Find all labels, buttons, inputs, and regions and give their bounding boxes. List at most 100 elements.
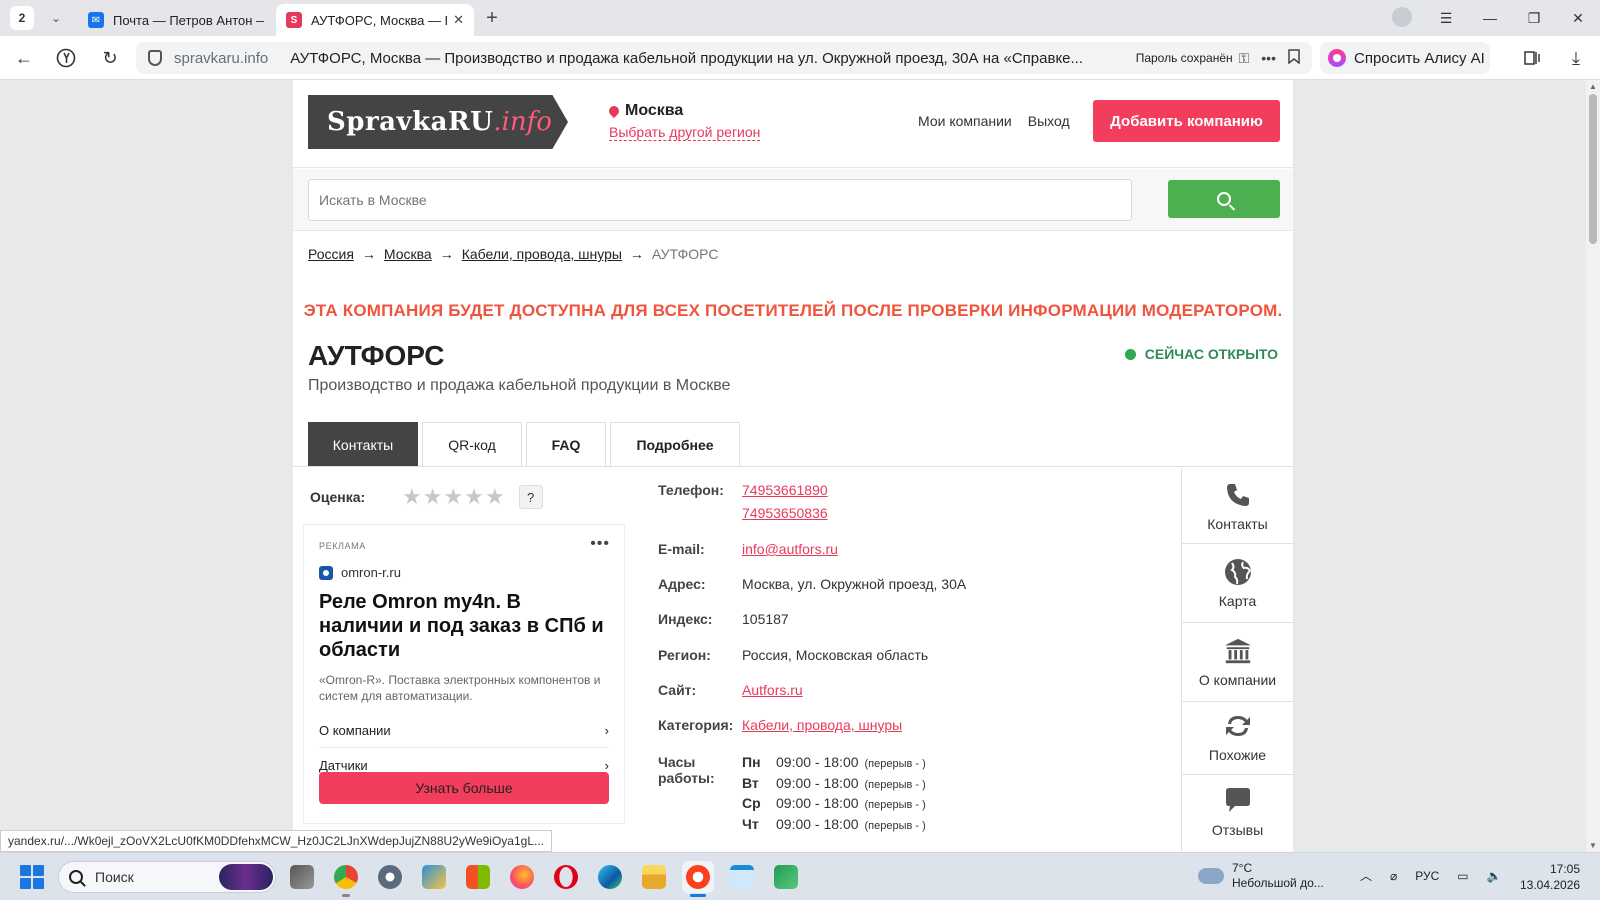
ad-learn-more-button[interactable]: Узнать больше	[319, 772, 609, 804]
star-icon[interactable]: ★	[402, 486, 422, 508]
tab-contacts[interactable]: Контакты	[308, 422, 418, 466]
browser-tab-autfors[interactable]: S АУТФОРС, Москва — Г ✕	[276, 4, 474, 36]
menu-icon[interactable]: ☰	[1424, 10, 1468, 27]
windows-start-icon[interactable]	[20, 865, 44, 889]
new-tab-button[interactable]: +	[480, 6, 504, 30]
notepad-icon[interactable]	[726, 861, 758, 893]
star-icon[interactable]: ★	[485, 486, 505, 508]
hours-row: Чт 09:00 - 18:00 (перерыв - )	[742, 815, 926, 832]
taskbar-search[interactable]: Поиск	[58, 861, 276, 893]
ad-link-about[interactable]: О компании ›	[319, 714, 609, 748]
taskbar-apps	[286, 861, 802, 897]
browser-address-bar: ← ↻ spravkaru.info АУТФОРС, Москва — Про…	[0, 36, 1600, 80]
chevron-up-icon[interactable]: ︿	[1360, 867, 1372, 884]
shield-icon	[148, 50, 162, 66]
language-indicator[interactable]: РУС	[1415, 869, 1439, 883]
advertisement: РЕКЛАМА ••• omron-r.ru Реле Omron my4n. …	[303, 524, 625, 824]
rating-stars: ★ ★ ★ ★ ★	[402, 486, 505, 508]
sidenav-contacts[interactable]: Контакты	[1182, 468, 1293, 544]
ask-alice-button[interactable]: Спросить Алису AI	[1320, 42, 1490, 74]
taskbar-weather[interactable]: 7°C Небольшой до...	[1198, 861, 1324, 891]
add-company-button[interactable]: Добавить компанию	[1093, 100, 1280, 142]
rating-help-button[interactable]: ?	[518, 485, 543, 509]
chrome-icon[interactable]	[330, 861, 362, 897]
tab-count-button[interactable]: 2	[10, 6, 34, 30]
url-field[interactable]: spravkaru.info АУТФОРС, Москва — Произво…	[136, 42, 1312, 74]
email-link[interactable]: info@autfors.ru	[742, 541, 838, 557]
tabs-divider	[293, 466, 1293, 467]
phone-link[interactable]: 74953661890	[742, 482, 828, 498]
bookmark-icon[interactable]	[1288, 49, 1300, 67]
password-saved-label[interactable]: Пароль сохранён	[1136, 51, 1233, 65]
company-description: Производство и продажа кабельной продукц…	[308, 377, 731, 394]
restore-icon[interactable]: ❐	[1512, 10, 1556, 27]
volume-icon[interactable]: 🔈	[1487, 869, 1502, 883]
firefox-icon[interactable]	[506, 861, 538, 893]
reload-icon[interactable]: ↻	[98, 46, 122, 70]
browser-tab-mail[interactable]: ✉ Почта — Петров Антон —	[78, 4, 274, 36]
chevron-right-icon: ›	[604, 723, 609, 738]
hours-row: Вт 09:00 - 18:00 (перерыв - )	[742, 774, 926, 791]
ad-more-icon[interactable]: •••	[590, 535, 610, 553]
minimize-icon[interactable]: —	[1468, 10, 1512, 26]
profile-button[interactable]	[1380, 6, 1424, 30]
site-link[interactable]: Autfors.ru	[742, 682, 803, 698]
email-row: E-mail: info@autfors.ru	[658, 541, 838, 557]
page-scrollbar[interactable]: ▲ ▼	[1586, 80, 1600, 852]
back-arrow-icon[interactable]: ←	[12, 46, 36, 70]
tab-faq[interactable]: FAQ	[526, 422, 606, 466]
scroll-up-icon[interactable]: ▲	[1588, 82, 1598, 91]
phone-link[interactable]: 74953650836	[742, 505, 828, 521]
refresh-icon	[1223, 711, 1253, 741]
star-icon[interactable]: ★	[464, 486, 484, 508]
chevron-down-icon[interactable]: ⌄	[44, 6, 68, 30]
change-region-link[interactable]: Выбрать другой регион	[609, 124, 761, 141]
logout-link[interactable]: Выход	[1028, 113, 1070, 129]
edge-icon[interactable]	[594, 861, 626, 893]
star-icon[interactable]: ★	[443, 486, 463, 508]
opera-icon[interactable]	[550, 861, 582, 893]
more-icon[interactable]: •••	[1261, 50, 1276, 66]
sidenav-similar[interactable]: Похожие	[1182, 703, 1293, 775]
close-icon[interactable]: ✕	[453, 12, 464, 28]
microsoft-store-icon[interactable]	[462, 861, 494, 893]
close-window-icon[interactable]: ✕	[1556, 10, 1600, 27]
spreadsheet-icon[interactable]	[770, 861, 802, 893]
search-icon	[69, 870, 83, 884]
tab-qr-code[interactable]: QR-код	[422, 422, 522, 466]
file-explorer-icon[interactable]	[638, 861, 670, 893]
network-off-icon[interactable]: ⌀	[1390, 869, 1397, 883]
star-icon[interactable]: ★	[423, 486, 443, 508]
sidenav-map[interactable]: Карта	[1182, 545, 1293, 623]
breadcrumb-moscow[interactable]: Москва	[384, 246, 432, 262]
breadcrumb-current: АУТФОРС	[651, 246, 719, 262]
search-input[interactable]	[308, 179, 1132, 221]
index-value: 105187	[742, 611, 789, 627]
scroll-thumb[interactable]	[1589, 94, 1597, 244]
my-companies-link[interactable]: Мои компании	[918, 113, 1012, 129]
taskbar-clock[interactable]: 17:05 13.04.2026	[1520, 861, 1580, 893]
search-highlight-image	[219, 864, 273, 890]
open-status-badge: СЕЙЧАС ОТКРЫТО	[1124, 346, 1278, 362]
ad-title[interactable]: Реле Omron my4n. В наличии и под заказ в…	[319, 590, 609, 662]
category-link[interactable]: Кабели, провода, шнуры	[742, 717, 902, 733]
display-icon[interactable]: ▭	[1457, 869, 1468, 883]
sidenav-reviews[interactable]: Отзывы	[1182, 776, 1293, 852]
ad-domain[interactable]: omron-r.ru	[319, 565, 609, 580]
yandex-browser-icon[interactable]	[682, 861, 714, 897]
task-view-icon[interactable]	[286, 861, 318, 893]
breadcrumb-category[interactable]: Кабели, провода, шнуры	[462, 246, 622, 262]
breadcrumb-russia[interactable]: Россия	[308, 246, 354, 262]
download-icon[interactable]: ⤓	[1564, 46, 1588, 70]
key-icon[interactable]: ⚿	[1239, 50, 1250, 67]
collections-icon[interactable]	[1520, 46, 1544, 70]
sidenav-about[interactable]: О компании	[1182, 624, 1293, 702]
settings-gear-icon[interactable]	[374, 861, 406, 893]
site-logo[interactable]: SpravkaRU .info	[308, 95, 568, 149]
tab-more[interactable]: Подробнее	[610, 422, 740, 466]
yandex-icon[interactable]	[54, 46, 78, 70]
weather-app-icon[interactable]	[418, 861, 450, 893]
system-tray: ︿ ⌀ РУС ▭ 🔈	[1360, 867, 1502, 884]
scroll-down-icon[interactable]: ▼	[1588, 841, 1598, 850]
search-button[interactable]	[1168, 180, 1280, 218]
